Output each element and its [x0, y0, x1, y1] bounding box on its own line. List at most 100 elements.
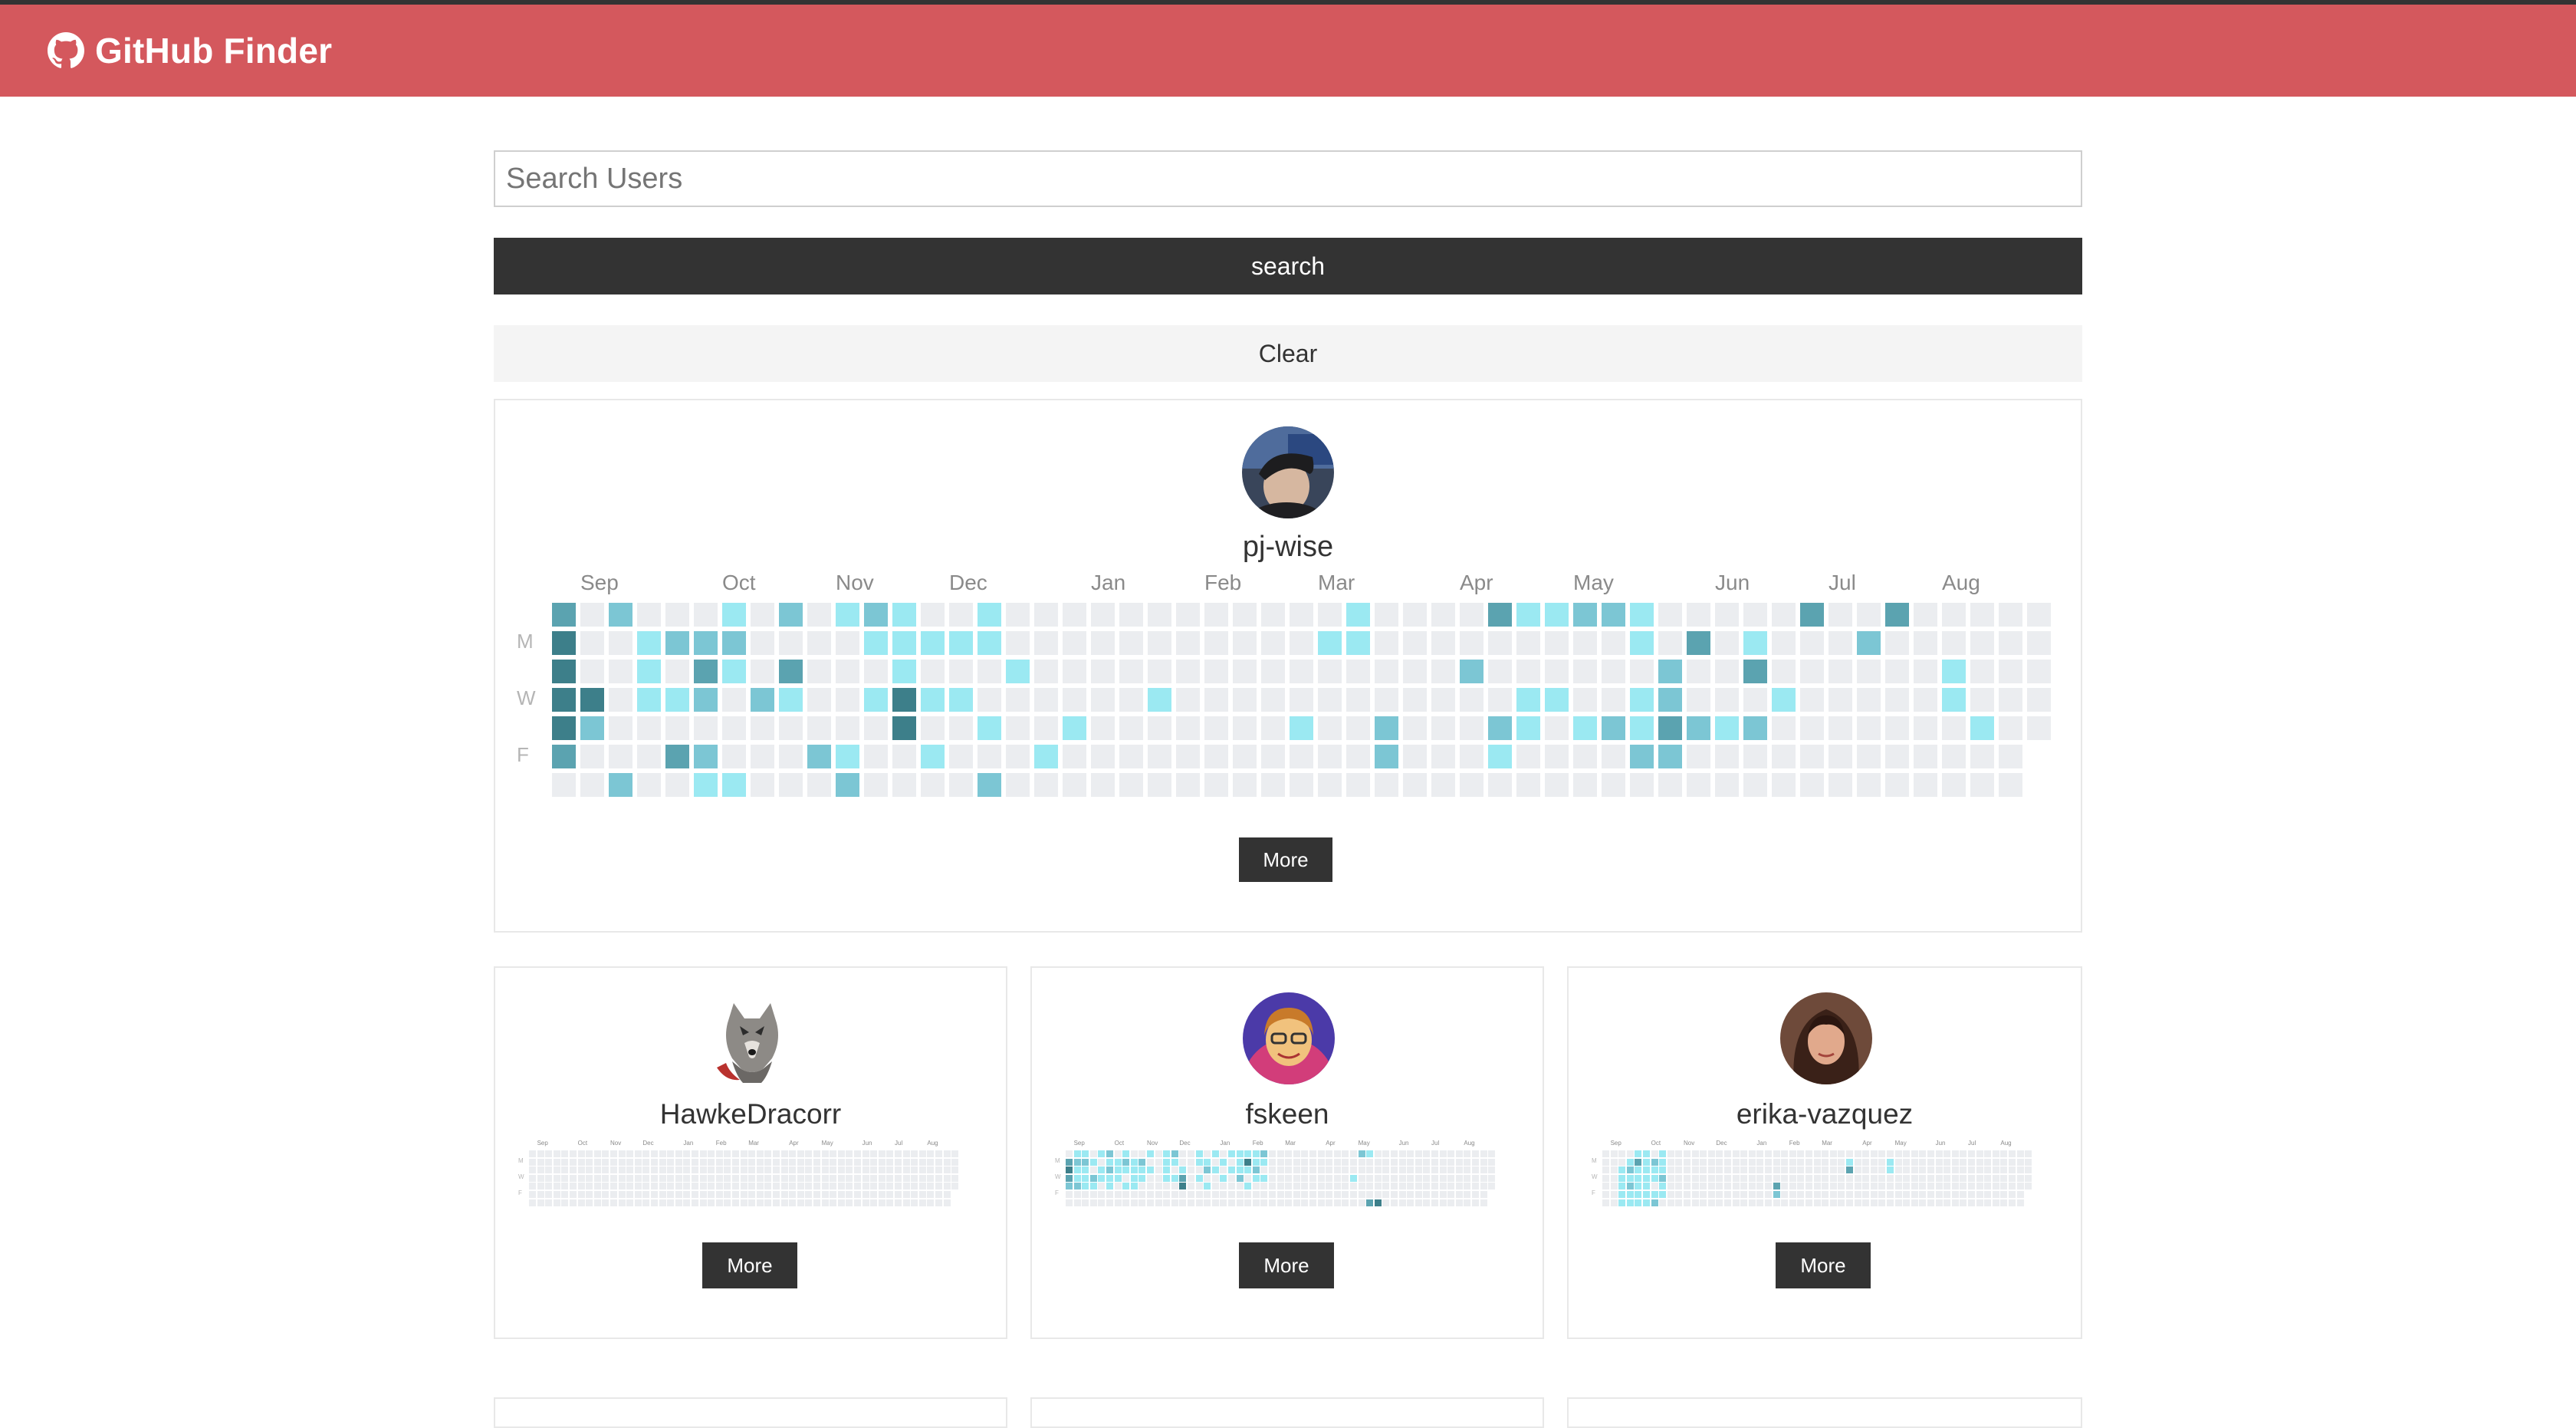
contribution-cell: [764, 1183, 772, 1190]
contribution-cell: [1480, 1183, 1487, 1190]
contribution-cell: [683, 1191, 691, 1198]
contribution-cell: [1122, 1174, 1130, 1182]
contribution-cell: [1684, 1158, 1691, 1166]
contribution-cell: [1073, 1183, 1081, 1190]
contribution-cell: [1403, 603, 1427, 627]
contribution-cell: [1911, 1166, 1918, 1174]
contribution-cell: [1854, 1191, 1861, 1198]
contribution-cell: [1358, 1191, 1365, 1198]
contribution-cell: [1800, 631, 1824, 655]
contribution-cell: [1675, 1183, 1683, 1190]
contribution-cell: [1545, 631, 1569, 655]
more-button[interactable]: More: [1239, 1242, 1334, 1288]
contribution-cell: [1063, 745, 1086, 768]
contribution-cell: [1163, 1191, 1171, 1198]
contribution-cell: [708, 1150, 715, 1157]
contribution-cell: [715, 1199, 723, 1206]
contribution-cell: [637, 688, 661, 712]
contribution-cell: [1138, 1158, 1146, 1166]
contribution-cell: [805, 1166, 813, 1174]
contribution-cell: [529, 1199, 536, 1206]
contribution-cell: [1155, 1191, 1162, 1198]
contribution-cell: [779, 603, 803, 627]
contribution-cell: [610, 1199, 617, 1206]
contribution-cell: [675, 1174, 682, 1182]
contribution-cell: [1545, 745, 1569, 768]
contribution-cell: [846, 1150, 853, 1157]
contribution-cell: [1635, 1183, 1642, 1190]
contribution-cell: [927, 1158, 935, 1166]
contribution-cell: [1951, 1183, 1959, 1190]
contribution-cell: [935, 1183, 942, 1190]
contribution-cell: [580, 688, 604, 712]
day-label: W: [517, 686, 536, 709]
contribution-cell: [1431, 773, 1455, 797]
contribution-cell: [870, 1183, 878, 1190]
contribution-cell: [634, 1158, 642, 1166]
contribution-cell: [1878, 1166, 1886, 1174]
contribution-cell: [1743, 716, 1767, 740]
contribution-cell: [1163, 1183, 1171, 1190]
month-label: Nov: [1684, 1140, 1695, 1147]
contribution-cell: [1700, 1183, 1707, 1190]
more-button[interactable]: More: [702, 1242, 797, 1288]
contribution-cell: [699, 1158, 707, 1166]
contribution-cell: [1675, 1158, 1683, 1166]
contribution-cell: [943, 1166, 951, 1174]
contribution-cell: [570, 1158, 577, 1166]
contribution-cell: [1944, 1158, 1951, 1166]
contribution-cell: [1244, 1174, 1252, 1182]
contribution-cell: [708, 1174, 715, 1182]
contribution-cell: [1447, 1191, 1455, 1198]
contribution-cell: [1034, 773, 1058, 797]
contribution-cell: [692, 1191, 698, 1198]
contribution-cell: [1326, 1199, 1333, 1206]
contribution-cell: [789, 1174, 797, 1182]
contribution-cell: [1309, 1199, 1316, 1206]
contribution-cell: [1188, 1158, 1194, 1166]
contribution-cell: [1147, 1199, 1154, 1206]
contribution-cell: [1976, 1166, 1983, 1174]
contribution-cell: [570, 1166, 577, 1174]
contribution-cell: [1342, 1166, 1349, 1174]
contribution-cell: [1358, 1174, 1365, 1182]
contribution-cell: [1797, 1183, 1805, 1190]
contribution-cell: [618, 1166, 626, 1174]
contribution-cell: [1211, 1166, 1219, 1174]
contribution-cell: [1261, 688, 1285, 712]
contribution-cell: [1862, 1191, 1870, 1198]
contribution-cell: [2000, 1183, 2008, 1190]
search-button[interactable]: search: [494, 238, 2082, 294]
contribution-cell: [1285, 1150, 1293, 1157]
contribution-cell: [694, 745, 718, 768]
clear-button[interactable]: Clear: [494, 325, 2082, 382]
contribution-cell: [626, 1166, 634, 1174]
contribution-cell: [1228, 1158, 1235, 1166]
search-input[interactable]: [494, 150, 2082, 207]
month-label: Jan: [1091, 571, 1126, 594]
more-button[interactable]: More: [1239, 837, 1332, 882]
contribution-cell: [1464, 1199, 1471, 1206]
contribution-cell: [836, 688, 859, 712]
contribution-cell: [918, 1166, 926, 1174]
contribution-cell: [846, 1183, 853, 1190]
contribution-cell: [1460, 773, 1484, 797]
contribution-cell: [1350, 1166, 1357, 1174]
contribution-cell: [570, 1199, 577, 1206]
contribution-cell: [593, 1150, 601, 1157]
contribution-cell: [886, 1183, 894, 1190]
contribution-cell: [789, 1183, 797, 1190]
contribution-cell: [751, 688, 774, 712]
more-button[interactable]: More: [1776, 1242, 1871, 1288]
contribution-cell: [1935, 1150, 1943, 1157]
contribution-cell: [1375, 688, 1398, 712]
contribution-cell: [951, 1183, 959, 1190]
contribution-cell: [1204, 660, 1228, 683]
contribution-cell: [836, 603, 859, 627]
contribution-cell: [1106, 1166, 1113, 1174]
contribution-cell: [1204, 1166, 1211, 1174]
contribution-cell: [1403, 773, 1427, 797]
contribution-cell: [1772, 716, 1796, 740]
app-title[interactable]: GitHub Finder: [95, 30, 332, 71]
contribution-cell: [1545, 688, 1569, 712]
